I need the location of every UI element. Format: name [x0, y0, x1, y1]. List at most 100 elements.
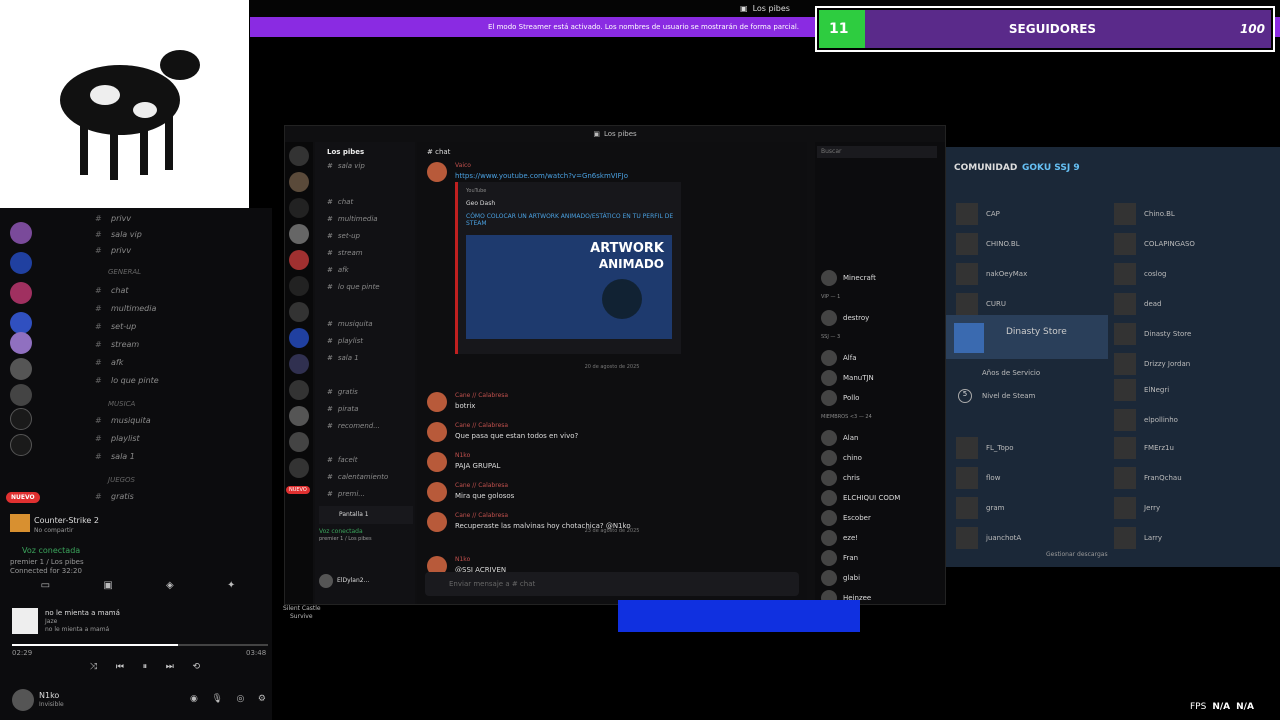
- channel-item[interactable]: # playlist: [327, 337, 363, 345]
- channel-item[interactable]: # stream: [327, 249, 363, 257]
- channel-item[interactable]: # afk: [95, 358, 123, 367]
- friend-item[interactable]: juanchotA: [956, 527, 1021, 549]
- message-link[interactable]: https://www.youtube.com/watch?v=Gn6skmVI…: [455, 172, 628, 180]
- member-item[interactable]: Pollo: [821, 390, 859, 406]
- song-progress[interactable]: [12, 644, 268, 646]
- microphone-icon[interactable]: 🎙: [211, 694, 222, 704]
- camera-icon[interactable]: ▭: [41, 580, 50, 596]
- channel-item[interactable]: # multimedia: [95, 304, 156, 313]
- friend-item[interactable]: ElNegri: [1114, 379, 1169, 401]
- channel-item[interactable]: # privv: [95, 246, 131, 255]
- friend-item[interactable]: FL_Topo: [956, 437, 1014, 459]
- member-item[interactable]: eze!: [821, 530, 858, 546]
- server-icon[interactable]: [289, 302, 309, 322]
- channel-item[interactable]: # multimedia: [327, 215, 378, 223]
- avatar[interactable]: [319, 574, 333, 588]
- server-icon[interactable]: [10, 384, 32, 406]
- server-icon[interactable]: [289, 224, 309, 244]
- member-item[interactable]: chino: [821, 450, 862, 466]
- friend-item[interactable]: Drizzy Jordan: [1114, 353, 1190, 375]
- category-label[interactable]: GENERAL: [108, 268, 141, 276]
- channel-item[interactable]: # sala vip: [327, 162, 365, 170]
- discord-home-icon[interactable]: [289, 146, 309, 166]
- member-item[interactable]: ManuTJN: [821, 370, 874, 386]
- server-name[interactable]: Los pibes: [327, 148, 364, 156]
- channel-item[interactable]: # gratis: [327, 388, 358, 396]
- repeat-icon[interactable]: ⟲: [192, 662, 200, 672]
- channel-item[interactable]: # sala vip: [95, 230, 142, 239]
- server-icon[interactable]: [289, 458, 309, 478]
- embed-title[interactable]: CÓMO COLOCAR UN ARTWORK ANIMADO/ESTÁTICO…: [466, 213, 676, 227]
- category-label[interactable]: MUSICA: [108, 400, 135, 408]
- friend-item[interactable]: flow: [956, 467, 1000, 489]
- activity-icon[interactable]: ◈: [166, 580, 174, 596]
- previous-icon[interactable]: ⏮: [116, 662, 124, 672]
- friend-item[interactable]: CAP: [956, 203, 1000, 225]
- add-server-icon[interactable]: [10, 408, 32, 430]
- message-input[interactable]: Enviar mensaje a # chat: [425, 572, 799, 596]
- pause-icon[interactable]: ⏸: [143, 662, 148, 672]
- friend-item[interactable]: CURU: [956, 293, 1006, 315]
- member-item[interactable]: chris: [821, 470, 860, 486]
- next-icon[interactable]: ⏭: [166, 662, 174, 672]
- friend-item[interactable]: FMErz1u: [1114, 437, 1174, 459]
- friend-item[interactable]: Dinasty Store: [1114, 323, 1191, 345]
- screen-share-icon[interactable]: ▣: [103, 580, 112, 596]
- server-icon[interactable]: [289, 198, 309, 218]
- server-icon[interactable]: [289, 250, 309, 270]
- server-icon[interactable]: [10, 332, 32, 354]
- server-icon[interactable]: [289, 276, 309, 296]
- friend-item[interactable]: coslog: [1114, 263, 1166, 285]
- settings-icon[interactable]: ⚙: [258, 694, 266, 704]
- channel-item[interactable]: # gratis: [95, 492, 134, 501]
- channel-item[interactable]: # recomend...: [327, 422, 380, 430]
- channel-item[interactable]: # chat: [95, 286, 129, 295]
- member-item[interactable]: Alfa: [821, 350, 857, 366]
- friend-item[interactable]: COLAPINGASO: [1114, 233, 1195, 255]
- friend-item[interactable]: dead: [1114, 293, 1161, 315]
- channel-item[interactable]: # musiquita: [327, 320, 373, 328]
- channel-item[interactable]: # lo que pinte: [95, 376, 159, 385]
- shuffle-icon[interactable]: ⤨: [90, 662, 97, 672]
- member-item[interactable]: Alan: [821, 430, 858, 446]
- server-icon[interactable]: [289, 406, 309, 426]
- channel-item[interactable]: # sala 1: [327, 354, 359, 362]
- friend-item[interactable]: nakOeyMax: [956, 263, 1027, 285]
- channel-item[interactable]: # set-up: [327, 232, 360, 240]
- gamepad-icon[interactable]: ◉: [190, 694, 198, 704]
- channel-item[interactable]: # premi...: [327, 490, 365, 498]
- server-icon[interactable]: [289, 172, 309, 192]
- server-icon[interactable]: [10, 282, 32, 304]
- explore-icon[interactable]: [10, 434, 32, 456]
- server-icon[interactable]: [289, 354, 309, 374]
- friend-item[interactable]: FranQchau: [1114, 467, 1182, 489]
- tab-community[interactable]: COMUNIDAD: [954, 163, 1017, 173]
- channel-item[interactable]: # calentamiento: [327, 473, 388, 481]
- channel-item[interactable]: # chat: [327, 198, 353, 206]
- channel-item[interactable]: # afk: [327, 266, 349, 274]
- tab-profile[interactable]: GOKU SSJ 9: [1022, 163, 1080, 173]
- server-icon[interactable]: [289, 380, 309, 400]
- friend-item[interactable]: CHINO.BL: [956, 233, 1020, 255]
- server-icon[interactable]: [10, 312, 32, 334]
- server-icon[interactable]: [10, 358, 32, 380]
- search-input[interactable]: Buscar: [817, 146, 937, 158]
- channel-item[interactable]: # set-up: [95, 322, 136, 331]
- friend-item[interactable]: Jerry: [1114, 497, 1160, 519]
- member-item[interactable]: Fran: [821, 550, 858, 566]
- server-icon[interactable]: [10, 252, 32, 274]
- friend-item[interactable]: Chino.BL: [1114, 203, 1175, 225]
- member-item[interactable]: Minecraft: [821, 270, 876, 286]
- server-icon[interactable]: [289, 432, 309, 452]
- embed-thumbnail[interactable]: ARTWORK ANIMADO: [466, 235, 672, 339]
- category-label[interactable]: JUEGOS: [108, 476, 135, 484]
- channel-item[interactable]: # lo que pinte: [327, 283, 380, 291]
- friend-item[interactable]: elpollinho: [1114, 409, 1178, 431]
- channel-item[interactable]: # privv: [95, 214, 131, 223]
- dinasty-store-card[interactable]: Dinasty Store: [946, 315, 1108, 359]
- member-item[interactable]: Escober: [821, 510, 871, 526]
- member-item[interactable]: destroy: [821, 310, 869, 326]
- soundboard-icon[interactable]: ✦: [227, 580, 235, 596]
- channel-item[interactable]: # playlist: [95, 434, 140, 443]
- headphones-icon[interactable]: ◎: [236, 694, 244, 704]
